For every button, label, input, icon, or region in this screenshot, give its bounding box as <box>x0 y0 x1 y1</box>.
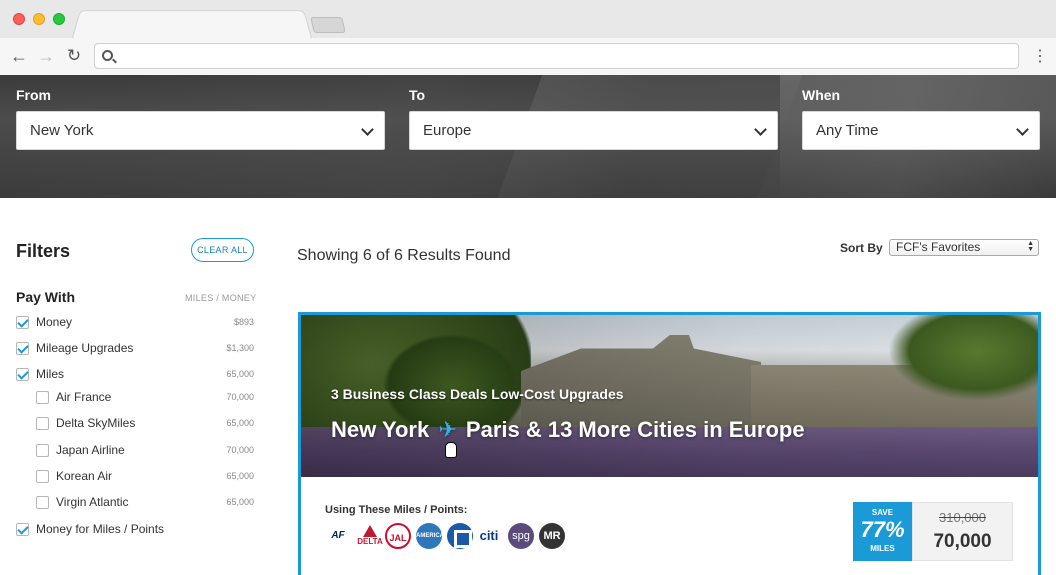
deal-title[interactable]: New York ✈ Paris & 13 More Cities in Eur… <box>331 417 805 443</box>
filter-item[interactable]: Money $893 <box>16 313 254 333</box>
browser-tab-active[interactable] <box>72 10 312 38</box>
chevron-down-icon <box>1016 123 1029 136</box>
forward-arrow-icon[interactable]: → <box>35 45 57 67</box>
browser-menu-icon[interactable]: ⋮ <box>1032 47 1048 67</box>
price-box: 310,000 70,000 <box>912 502 1013 561</box>
deal-destination: Paris & 13 More Cities in Europe <box>465 417 805 442</box>
marriott-rewards-logo: MR <box>539 523 565 549</box>
checkbox[interactable] <box>36 417 49 430</box>
filter-label: Miles <box>36 367 65 381</box>
to-select[interactable]: Europe <box>409 111 778 150</box>
browser-chrome: ← → ↻ ⋮ <box>0 0 1056 75</box>
save-label: SAVE <box>871 508 894 517</box>
reload-icon[interactable]: ↻ <box>63 45 85 67</box>
filter-label: Air France <box>56 390 112 404</box>
filter-label: Japan Airline <box>56 443 125 457</box>
amex-logo: AMERICAN EXPRESS <box>416 523 448 565</box>
filter-item[interactable]: Money for Miles / Points <box>16 520 254 540</box>
checkbox[interactable] <box>36 496 49 509</box>
filter-value: 70,000 <box>226 392 254 402</box>
from-select-value: New York <box>30 122 94 139</box>
checkbox-checked[interactable] <box>16 368 29 381</box>
sort-select[interactable]: FCF's Favorites ▲ ▼ <box>889 239 1039 256</box>
maximize-window-button[interactable] <box>53 13 65 25</box>
save-percent: 77% <box>860 517 905 542</box>
jal-logo: JAL <box>385 523 411 549</box>
checkbox[interactable] <box>36 470 49 483</box>
filter-item[interactable]: Delta SkyMiles 65,000 <box>36 414 254 434</box>
original-price: 310,000 <box>939 510 986 525</box>
results-count: Showing 6 of 6 Results Found <box>297 247 511 264</box>
deal-card[interactable]: 3 Business Class Deals Low-Cost Upgrades… <box>298 312 1041 575</box>
close-window-button[interactable] <box>13 13 25 25</box>
filter-label: Mileage Upgrades <box>36 341 134 355</box>
checkbox-checked[interactable] <box>16 342 29 355</box>
filter-label: Money <box>36 315 73 329</box>
sort-select-value: FCF's Favorites <box>896 240 981 254</box>
using-miles-label: Using These Miles / Points: <box>325 504 468 516</box>
filter-item[interactable]: Japan Airline 70,000 <box>36 441 254 461</box>
filter-label: Money for Miles / Points <box>36 522 165 536</box>
filter-value: 65,000 <box>226 497 254 507</box>
filter-value: 70,000 <box>226 445 254 455</box>
citi-logo: citi <box>479 528 499 543</box>
when-select-value: Any Time <box>816 122 879 139</box>
filter-value: $893 <box>233 317 254 327</box>
checkbox-checked[interactable] <box>16 316 29 329</box>
back-arrow-icon[interactable]: ← <box>8 45 30 67</box>
filter-value: 65,000 <box>226 418 254 428</box>
clear-all-button[interactable]: CLEAR ALL <box>191 238 254 262</box>
checkbox[interactable] <box>36 391 49 404</box>
checkbox[interactable] <box>36 444 49 457</box>
new-tab-button[interactable] <box>310 17 346 33</box>
sort-by-label: Sort By <box>840 241 883 255</box>
pay-with-heading: Pay With <box>16 289 75 305</box>
checkbox-checked[interactable] <box>16 523 29 536</box>
miles-money-header: MILES / MONEY <box>185 293 257 303</box>
save-unit: MILES <box>870 544 895 553</box>
filter-item[interactable]: Mileage Upgrades $1,300 <box>16 339 254 359</box>
deal-image: 3 Business Class Deals Low-Cost Upgrades… <box>301 315 1038 477</box>
air-france-logo: AF <box>331 530 345 541</box>
filter-value: 65,000 <box>226 471 254 481</box>
spg-logo: spg <box>508 523 534 549</box>
when-select[interactable]: Any Time <box>802 111 1040 150</box>
search-hero: From New York To Europe When Any Time <box>0 75 1056 198</box>
savings-badge: SAVE 77% MILES <box>853 502 912 561</box>
deal-subtitle: 3 Business Class Deals Low-Cost Upgrades <box>331 386 624 402</box>
filter-label: Delta SkyMiles <box>56 416 136 430</box>
filter-label: Virgin Atlantic <box>56 495 129 509</box>
to-select-value: Europe <box>423 122 472 139</box>
search-icon <box>102 50 113 61</box>
filter-value: 65,000 <box>226 369 254 379</box>
filter-value: $1,300 <box>226 343 254 353</box>
browser-toolbar: ← → ↻ ⋮ <box>0 38 1056 75</box>
filter-label: Korean Air <box>56 469 113 483</box>
delta-logo: DELTA <box>357 523 383 549</box>
filter-item[interactable]: Air France 70,000 <box>36 388 254 408</box>
hand-cursor-icon <box>445 442 457 458</box>
when-label: When <box>802 87 841 103</box>
chevron-down-icon <box>754 123 767 136</box>
filter-item[interactable]: Virgin Atlantic 65,000 <box>36 493 254 513</box>
chase-logo <box>447 523 473 549</box>
address-bar[interactable] <box>94 43 1019 69</box>
filters-title: Filters <box>16 241 71 261</box>
minimize-window-button[interactable] <box>33 13 45 25</box>
deal-price: 70,000 <box>933 531 992 552</box>
deal-origin: New York <box>331 417 430 442</box>
chevron-down-icon <box>361 123 374 136</box>
filter-item[interactable]: Miles 65,000 <box>16 365 254 385</box>
filter-item[interactable]: Korean Air 65,000 <box>36 467 254 487</box>
from-label: From <box>16 87 51 103</box>
select-arrows-icon: ▲ ▼ <box>1027 240 1034 253</box>
from-select[interactable]: New York <box>16 111 385 150</box>
airplane-icon: ✈ <box>438 417 457 442</box>
to-label: To <box>409 87 426 103</box>
